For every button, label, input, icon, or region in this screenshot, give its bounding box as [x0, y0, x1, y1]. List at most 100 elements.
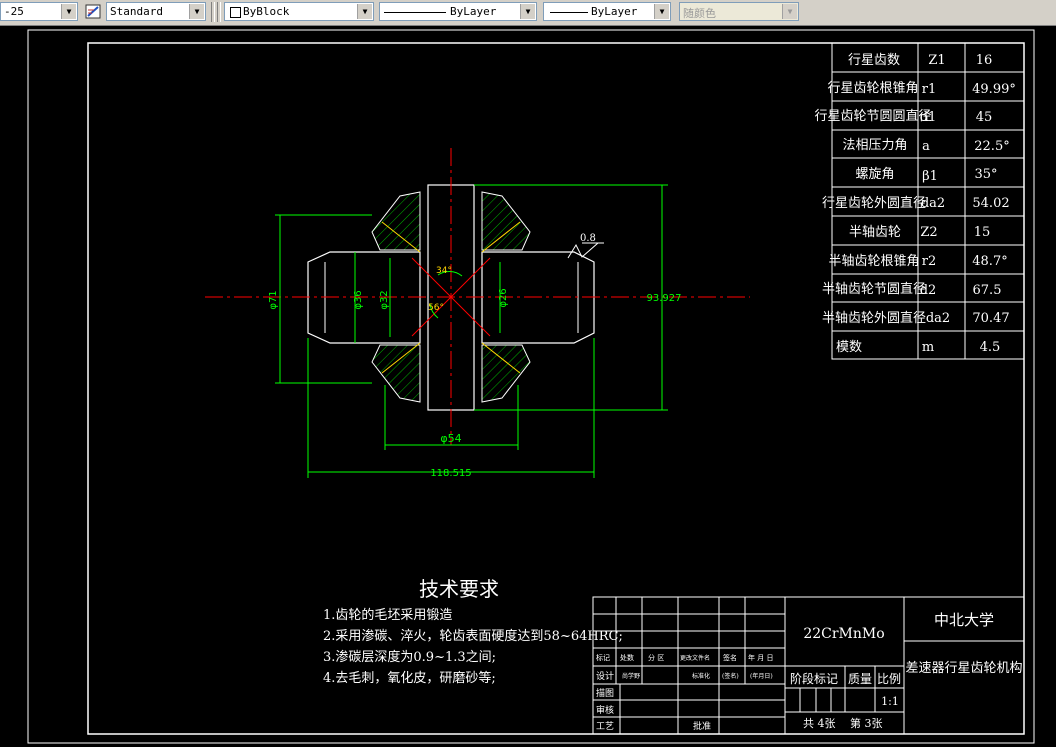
- dim-text-71: φ71: [268, 290, 279, 309]
- param-symbol: a: [922, 139, 930, 154]
- chevron-down-icon: ▼: [357, 4, 372, 19]
- tb-label: 描图: [596, 687, 614, 699]
- drawing-canvas[interactable]: φ71 φ36 φ32 φ26 93.927 φ54 118.515 34° 5…: [0, 25, 1056, 747]
- param-name: 半轴齿轮外圆直径: [822, 311, 926, 326]
- param-name: 行星齿轮外圆直径: [822, 196, 926, 211]
- dimstyle-value: -25: [4, 5, 24, 18]
- param-name: 半轴齿轮节圆直径: [822, 282, 926, 297]
- tb-label: (年月日): [750, 672, 773, 680]
- lineweight-preview: [550, 12, 588, 13]
- param-value: 16: [976, 53, 993, 68]
- textstyle-dropdown[interactable]: Standard ▼: [106, 2, 206, 21]
- param-value: 54.02: [972, 196, 1009, 211]
- gear-lower-left: [371, 344, 421, 403]
- chevron-down-icon: ▼: [782, 4, 797, 19]
- tb-sheet-no: 第 3张: [850, 716, 883, 730]
- param-value: 22.5°: [974, 139, 1009, 154]
- param-value: 45: [976, 110, 993, 125]
- tb-label: 审核: [596, 704, 614, 716]
- param-name: 行星齿数: [848, 53, 900, 68]
- dim-text-32: φ32: [379, 290, 390, 309]
- tb-material: 22CrMnMo: [803, 626, 884, 642]
- tb-label: 批准: [693, 720, 711, 732]
- param-symbol: r2: [922, 254, 937, 269]
- angle-text-34: 34°: [436, 266, 452, 276]
- parameter-table: 行星齿数 行星齿轮根锥角 行星齿轮节圆圆直径 法相压力角 螺旋角 行星齿轮外圆直…: [814, 42, 1025, 360]
- linetype-dropdown[interactable]: ByLayer ▼: [379, 2, 537, 21]
- tech-line: 2.采用渗碳、淬火，轮齿表面硬度达到58~64HRC;: [323, 628, 623, 644]
- tb-designer: 尚学野: [622, 672, 640, 680]
- param-name: 行星齿轮根锥角: [827, 81, 918, 96]
- param-name: 法相压力角: [842, 138, 907, 153]
- param-value: 48.7°: [972, 254, 1007, 269]
- color-dropdown[interactable]: ByBlock ▼: [224, 2, 374, 21]
- tech-title: 技术要求: [419, 577, 499, 601]
- lineweight-dropdown[interactable]: ByLayer ▼: [543, 2, 671, 21]
- param-symbol: r1: [922, 82, 937, 97]
- gear-upper-right: [481, 191, 531, 251]
- tb-label: 质量: [848, 672, 872, 686]
- lineweight-value: ByLayer: [591, 5, 638, 18]
- param-symbol: m: [922, 340, 934, 355]
- tb-label: 阶段标记: [790, 671, 838, 686]
- chevron-down-icon: ▼: [189, 4, 204, 19]
- gear-lower-right: [481, 344, 531, 403]
- tb-label: 签名: [723, 653, 737, 662]
- properties-toolbar: -25 ▼ Standard ▼ ByBlock ▼ ByLayer ▼ ByL…: [0, 0, 1056, 26]
- title-block-text: 标记 处数 分 区 更改文件名 签名 年 月 日 设计 尚学野 标准化 (签名)…: [596, 611, 1023, 732]
- param-value: 49.99°: [972, 82, 1016, 97]
- param-symbol: β1: [922, 169, 938, 184]
- tb-label: 标记: [596, 653, 610, 662]
- param-symbol: d2: [920, 283, 937, 298]
- param-symbol: da2: [921, 196, 945, 211]
- param-symbol: Z2: [920, 225, 937, 240]
- tech-line: 4.去毛刺，氧化皮，研磨砂等;: [323, 670, 496, 686]
- param-value: 15: [974, 225, 991, 240]
- tb-label: 设计: [596, 670, 614, 682]
- param-name: 行星齿轮节圆圆直径: [814, 109, 931, 124]
- dimstyle-dropdown[interactable]: -25 ▼: [0, 2, 78, 21]
- dim-text-118: 118.515: [430, 468, 471, 479]
- color-value: ByBlock: [243, 5, 290, 18]
- textstyle-icon[interactable]: [85, 3, 103, 20]
- dim-text-26: φ26: [498, 288, 509, 307]
- tech-line: 3.渗碳层深度为0.9~1.3之间;: [323, 649, 496, 665]
- param-value: 67.5: [973, 283, 1002, 298]
- param-value: 35°: [974, 167, 997, 182]
- linetype-value: ByLayer: [450, 5, 497, 18]
- param-name: 半轴齿轮: [849, 225, 901, 240]
- dim-text-93: 93.927: [647, 293, 682, 304]
- param-name: 半轴齿轮根锥角: [828, 254, 919, 269]
- param-name: 螺旋角: [855, 167, 894, 182]
- param-name: 模数: [836, 340, 862, 355]
- textstyle-value: Standard: [110, 5, 163, 18]
- tb-label: 处数: [620, 653, 634, 662]
- tb-total-sheets: 共 4张: [803, 717, 836, 730]
- technical-requirements: 技术要求 1.齿轮的毛坯采用锻造 2.采用渗碳、淬火，轮齿表面硬度达到58~64…: [323, 577, 623, 686]
- chevron-down-icon: ▼: [61, 4, 76, 19]
- linetype-preview: [384, 12, 446, 13]
- param-symbol: d1: [920, 110, 937, 125]
- tb-label: 工艺: [596, 721, 614, 732]
- angle-text-56: 56°: [428, 303, 444, 313]
- tb-label: 比例: [877, 672, 901, 686]
- dim-text-36: φ36: [353, 290, 364, 309]
- tb-label: (签名): [722, 672, 739, 680]
- tb-school: 中北大学: [934, 611, 994, 629]
- dim-text-54: φ54: [440, 432, 461, 445]
- plotstyle-dropdown[interactable]: 随颜色 ▼: [679, 2, 799, 21]
- tech-line: 1.齿轮的毛坯采用锻造: [323, 607, 452, 623]
- tb-label: 标准化: [692, 672, 710, 680]
- param-symbol: Z1: [928, 53, 945, 68]
- tb-label: 年 月 日: [748, 653, 773, 662]
- tb-label: 分 区: [648, 653, 664, 662]
- chevron-down-icon: ▼: [654, 4, 669, 19]
- chevron-down-icon: ▼: [520, 4, 535, 19]
- param-value: 4.5: [980, 340, 1001, 355]
- param-value: 70.47: [972, 311, 1009, 326]
- param-symbol: da2: [926, 311, 950, 326]
- color-swatch: [230, 7, 241, 18]
- roughness-value: 0.8: [580, 233, 596, 244]
- tb-label: 更改文件名: [680, 654, 710, 662]
- tb-scale: 1:1: [881, 695, 899, 708]
